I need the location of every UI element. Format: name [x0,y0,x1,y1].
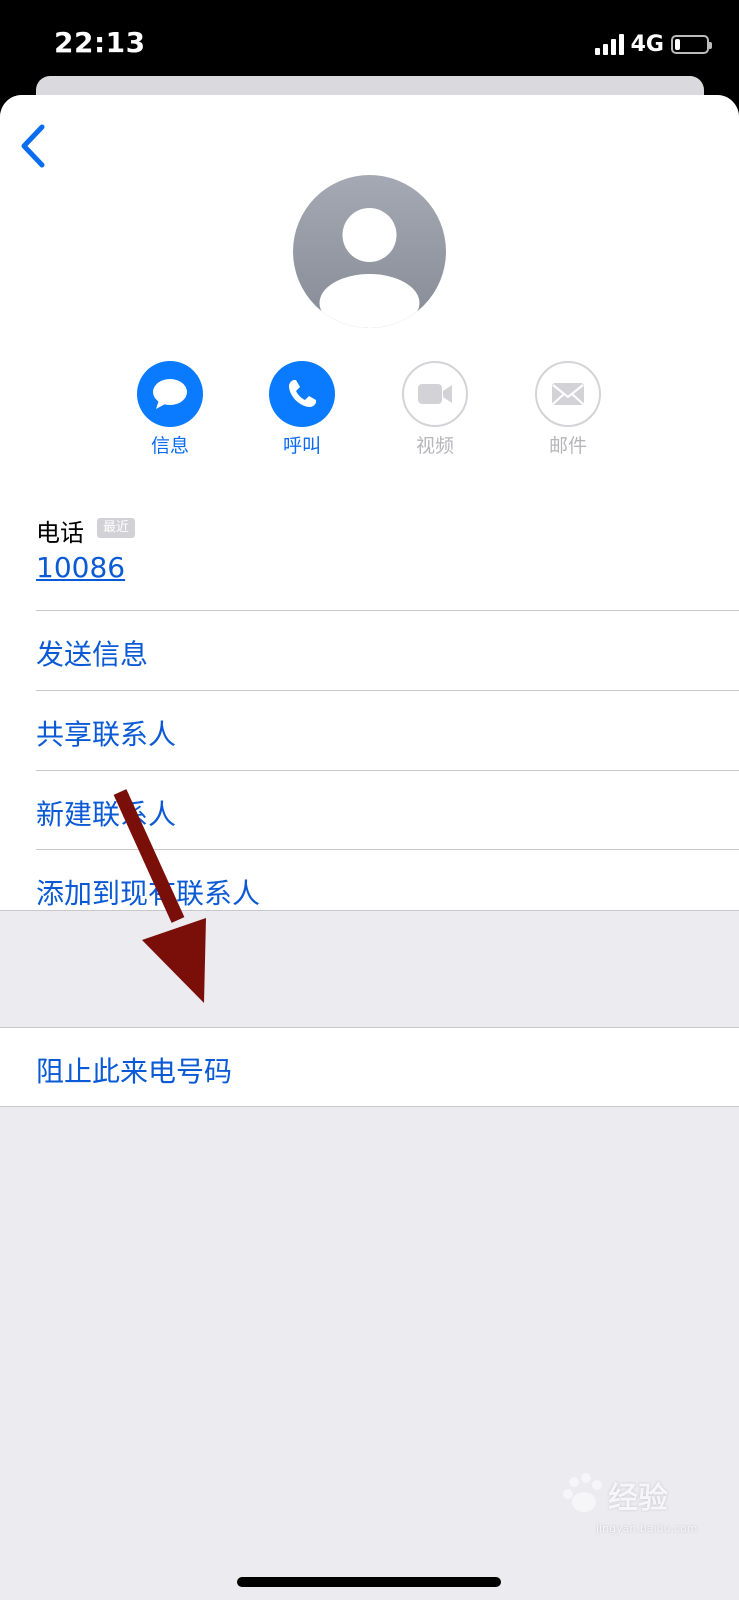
battery-level [675,38,680,50]
send-message-label: 发送信息 [36,638,149,671]
contact-sheet: 信息 呼叫 视频 邮件 电话 最近 10086 发送信息 共享联系人 新建联系人… [0,95,739,1600]
phone-number-link[interactable]: 10086 [36,551,125,584]
message-action-circle [137,361,203,427]
paw-logo-icon [563,1473,602,1512]
recent-badge: 最近 [97,518,136,538]
send-message-row[interactable]: 发送信息 [0,611,739,690]
block-caller-label: 阻止此来电号码 [36,1055,233,1088]
video-action-button[interactable]: 视频 [385,361,485,459]
phone-icon [289,380,316,407]
phone-label: 电话 [36,519,84,547]
message-action-button[interactable]: 信息 [120,361,220,459]
signal-strength-icon [594,33,624,55]
baidu-watermark: 经验 jingyan.baidu.com [560,1468,710,1538]
contact-options-list: 电话 最近 10086 发送信息 共享联系人 新建联系人 添加到现有联系人 [0,495,739,910]
watermark-text: 经验 [608,1481,668,1516]
new-contact-row[interactable]: 新建联系人 [0,771,739,850]
battery-icon [671,34,712,54]
status-indicators: 4G [594,30,712,58]
back-button[interactable] [14,121,58,171]
network-type: 4G [630,31,664,57]
message-bubble-icon [153,379,187,409]
watermark-url: jingyan.baidu.com [596,1522,698,1535]
envelope-icon [552,383,584,405]
mail-action-button[interactable]: 邮件 [518,361,618,459]
add-to-existing-label: 添加到现有联系人 [36,877,261,910]
home-indicator[interactable] [237,1577,501,1587]
video-camera-icon [418,384,452,404]
divider [0,910,739,911]
video-action-circle [402,361,468,427]
share-contact-row[interactable]: 共享联系人 [0,691,739,770]
mail-action-circle [535,361,601,427]
block-caller-row[interactable]: 阻止此来电号码 [0,1028,739,1107]
message-action-label: 信息 [150,435,189,457]
status-time: 22:13 [54,26,146,59]
call-action-button[interactable]: 呼叫 [252,361,352,459]
add-to-existing-row[interactable]: 添加到现有联系人 [0,850,739,929]
new-contact-label: 新建联系人 [36,798,177,831]
chevron-left-icon [21,124,45,168]
contact-avatar [293,175,446,328]
call-action-label: 呼叫 [282,435,321,457]
call-action-circle [269,361,335,427]
quick-actions: 信息 呼叫 视频 邮件 [0,361,739,471]
contact-header: 信息 呼叫 视频 邮件 [0,95,739,496]
phone-row[interactable]: 电话 最近 10086 [0,495,739,610]
block-caller-group: 阻止此来电号码 [0,1027,739,1107]
share-contact-label: 共享联系人 [36,718,177,751]
video-action-label: 视频 [415,435,454,457]
person-silhouette-icon [293,175,446,328]
mail-action-label: 邮件 [548,435,587,457]
